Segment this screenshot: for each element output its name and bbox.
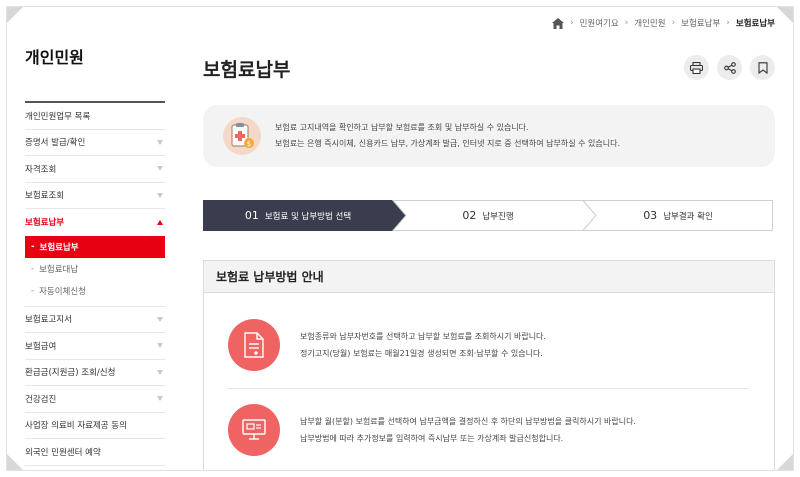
- sidebar-subitem-label: 보험료대납: [39, 264, 79, 275]
- page-frame: › 민원여기요 › 개인민원 › 보험료납부 › 보험료납부 개인민원 개인민원…: [6, 6, 794, 471]
- info-line: 보험료는 은행 즉시이체, 신용카드 납부, 가상계좌 발급, 인터넷 지로 중…: [275, 139, 620, 148]
- sidebar-item-label: 사업장 의료비 자료제공 동의: [25, 421, 127, 432]
- caret-down-icon: [157, 343, 163, 349]
- caret-up-icon: [157, 219, 163, 225]
- corner-decoration: [777, 7, 793, 23]
- bullet-dash: -: [31, 285, 35, 296]
- chevron-right-icon: ›: [624, 18, 629, 28]
- print-icon: [690, 61, 703, 74]
- breadcrumb-item[interactable]: 민원여기요: [580, 17, 619, 29]
- sidebar-title: 개인민원: [25, 48, 84, 67]
- home-icon[interactable]: [551, 17, 564, 29]
- sidebar-item-label: 보험료납부: [25, 218, 65, 229]
- step-number: 02: [462, 209, 477, 222]
- sidebar-item-premium-payment[interactable]: 보험료납부: [25, 209, 165, 236]
- sidebar-item-label: 보험료고지서: [25, 315, 72, 326]
- guide-row: 보험종류와 납부자번호를 선택하고 납부할 보험료를 조회하시기 바랍니다. 정…: [228, 319, 748, 371]
- guide-row: 납부할 월(분할) 보험료를 선택하여 납부금액을 결정하신 후 하단의 납부방…: [228, 404, 748, 456]
- corner-decoration: [777, 454, 793, 470]
- guide-title: 보험료 납부방법 안내: [204, 261, 774, 293]
- guide-text: 납부할 월(분할) 보험료를 선택하여 납부금액을 결정하신 후 하단의 납부방…: [300, 413, 636, 447]
- svg-text:$: $: [247, 140, 251, 148]
- bookmark-icon: [757, 61, 768, 74]
- sidebar-item-label: 증명서 발급/확인: [25, 138, 86, 149]
- sidebar-item-premium-inquiry[interactable]: 보험료조회: [25, 183, 165, 209]
- step-1: 01 보험료 및 납부방법 선택: [203, 200, 393, 231]
- guide-line: 보험종류와 납부자번호를 선택하고 납부할 보험료를 조회하시기 바랍니다.: [300, 332, 546, 341]
- step-2: 02 납부진행: [393, 200, 583, 231]
- sidebar-item-label: 개인민원업무 목록: [25, 111, 91, 122]
- sidebar-item-label: 보험급여: [25, 341, 57, 352]
- monitor-icon: [228, 404, 280, 456]
- sidebar-item-label: 건강검진: [25, 394, 57, 405]
- sidebar-subitem-label: 보험료납부: [39, 242, 79, 253]
- sidebar-item-eligibility[interactable]: 자격조회: [25, 156, 165, 183]
- page-tools: [684, 55, 775, 80]
- sidebar-item-label: 자격조회: [25, 164, 57, 175]
- sidebar-item-certificate[interactable]: 증명서 발급/확인: [25, 130, 165, 156]
- sidebar-submenu: - 보험료납부 - 보험료대납 - 자동이체신청: [25, 235, 165, 307]
- sidebar: 개인민원 개인민원업무 목록 증명서 발급/확인 자격조회 보험료조회 보험료납…: [25, 43, 165, 466]
- chevron-right-icon: ›: [671, 18, 676, 28]
- bullet-dash: -: [31, 241, 35, 252]
- caret-down-icon: [157, 139, 163, 145]
- caret-down-icon: [157, 316, 163, 322]
- sidebar-item-health-checkup[interactable]: 건강검진: [25, 386, 165, 413]
- sidebar-item-insurance-benefit[interactable]: 보험급여: [25, 333, 165, 360]
- guide-line: 납부방법에 따라 추가정보를 입력하여 즉시납부 또는 가상계좌 발급신청합니다…: [300, 434, 564, 443]
- document-icon: [228, 319, 280, 371]
- sidebar-item-label: 보험료조회: [25, 191, 65, 202]
- guide-line: 납부할 월(분할) 보험료를 선택하여 납부금액을 결정하신 후 하단의 납부방…: [300, 417, 636, 426]
- sidebar-item-label: 환급금(지원금) 조회/신청: [25, 368, 116, 379]
- corner-decoration: [7, 454, 23, 470]
- sidebar-item-premium-notice[interactable]: 보험료고지서: [25, 307, 165, 333]
- sidebar-subitem-payment[interactable]: - 보험료납부: [25, 235, 165, 258]
- guide-text: 보험종류와 납부자번호를 선택하고 납부할 보험료를 조회하시기 바랍니다. 정…: [300, 328, 546, 362]
- info-text: 보험료 고지내역을 확인하고 납부할 보험료를 조회 및 납부하실 수 있습니다…: [275, 120, 620, 152]
- guide-line: 정기고지(당월) 보험료는 매월21일경 생성되면 조회·납부할 수 있습니다.: [300, 349, 543, 358]
- step-number: 03: [643, 209, 658, 222]
- divider: [228, 388, 748, 389]
- share-icon: [723, 61, 736, 74]
- clipboard-medical-icon: $: [223, 117, 261, 155]
- sidebar-item-label: 외국인 민원센터 예약: [25, 447, 101, 458]
- sidebar-item-civil-list[interactable]: 개인민원업무 목록: [25, 103, 165, 130]
- bullet-dash: -: [31, 263, 35, 274]
- breadcrumb: › 민원여기요 › 개인민원 › 보험료납부 › 보험료납부: [551, 17, 775, 29]
- sidebar-subitem-label: 자동이체신청: [39, 286, 86, 297]
- breadcrumb-item[interactable]: 개인민원: [634, 17, 665, 29]
- sidebar-item-refund[interactable]: 환급금(지원금) 조회/신청: [25, 360, 165, 386]
- sidebar-item-medical-data-consent[interactable]: 사업장 의료비 자료제공 동의: [25, 413, 165, 439]
- chevron-right-icon: ›: [726, 18, 730, 28]
- page-title: 보험료납부: [203, 59, 291, 81]
- share-button[interactable]: [717, 55, 742, 80]
- corner-decoration: [7, 7, 23, 23]
- sidebar-subitem-proxy-payment[interactable]: - 보험료대납: [25, 258, 165, 280]
- caret-down-icon: [157, 396, 163, 402]
- bookmark-button[interactable]: [750, 55, 775, 80]
- step-number: 01: [244, 209, 259, 222]
- print-button[interactable]: [684, 55, 709, 80]
- info-line: 보험료 고지내역을 확인하고 납부할 보험료를 조회 및 납부하실 수 있습니다…: [275, 123, 529, 132]
- payment-guide: 보험료 납부방법 안내 보험종류와 납부자번호를 선택하고 납부할 보험료를 조…: [203, 260, 775, 470]
- step-label: 납부결과 확인: [663, 211, 713, 222]
- step-3: 03 납부결과 확인: [583, 200, 773, 231]
- step-label: 보험료 및 납부방법 선택: [264, 211, 352, 222]
- sidebar-subitem-auto-transfer[interactable]: - 자동이체신청: [25, 280, 165, 302]
- caret-down-icon: [157, 192, 163, 198]
- breadcrumb-item[interactable]: 보험료납부: [681, 17, 720, 29]
- chevron-right-icon: ›: [569, 18, 574, 28]
- breadcrumb-current: 보험료납부: [735, 19, 775, 29]
- caret-down-icon: [157, 369, 163, 375]
- sidebar-item-foreigner-center[interactable]: 외국인 민원센터 예약: [25, 439, 165, 466]
- step-indicator: 01 보험료 및 납부방법 선택 02 납부진행 03 납부결과 확인: [203, 200, 773, 231]
- info-box: $ 보험료 고지내역을 확인하고 납부할 보험료를 조회 및 납부하실 수 있습…: [203, 105, 775, 167]
- caret-down-icon: [157, 166, 163, 172]
- step-label: 납부진행: [482, 211, 514, 222]
